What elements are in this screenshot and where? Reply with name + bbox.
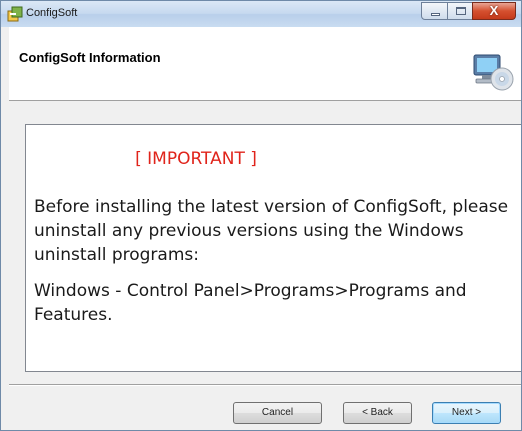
close-button[interactable]: X: [472, 2, 516, 20]
footer-divider: [9, 384, 521, 386]
minimize-button[interactable]: [421, 2, 448, 20]
close-icon: X: [489, 3, 499, 18]
installer-box-icon: [7, 6, 23, 22]
cancel-button[interactable]: Cancel: [233, 402, 322, 424]
control-panel-path: Windows - Control Panel>Programs>Program…: [34, 281, 467, 325]
uninstall-instructions: Before installing the latest version of …: [34, 197, 509, 265]
page-title: ConfigSoft Information: [19, 50, 161, 65]
important-heading: [ IMPORTANT ]: [135, 149, 257, 169]
title-bar[interactable]: ConfigSoft X: [1, 1, 521, 27]
installer-window: ConfigSoft X ConfigSoft Information [ IM: [0, 0, 522, 431]
window-title: ConfigSoft: [26, 7, 78, 19]
minimize-icon: [431, 13, 440, 16]
header-banner: ConfigSoft Information: [9, 27, 521, 101]
back-button[interactable]: < Back: [343, 402, 412, 424]
computer-cd-icon: [470, 49, 516, 95]
maximize-button[interactable]: [447, 2, 473, 20]
information-panel: [ IMPORTANT ] Before installing the late…: [25, 124, 521, 372]
next-button[interactable]: Next >: [432, 402, 501, 424]
maximize-icon: [456, 7, 466, 15]
